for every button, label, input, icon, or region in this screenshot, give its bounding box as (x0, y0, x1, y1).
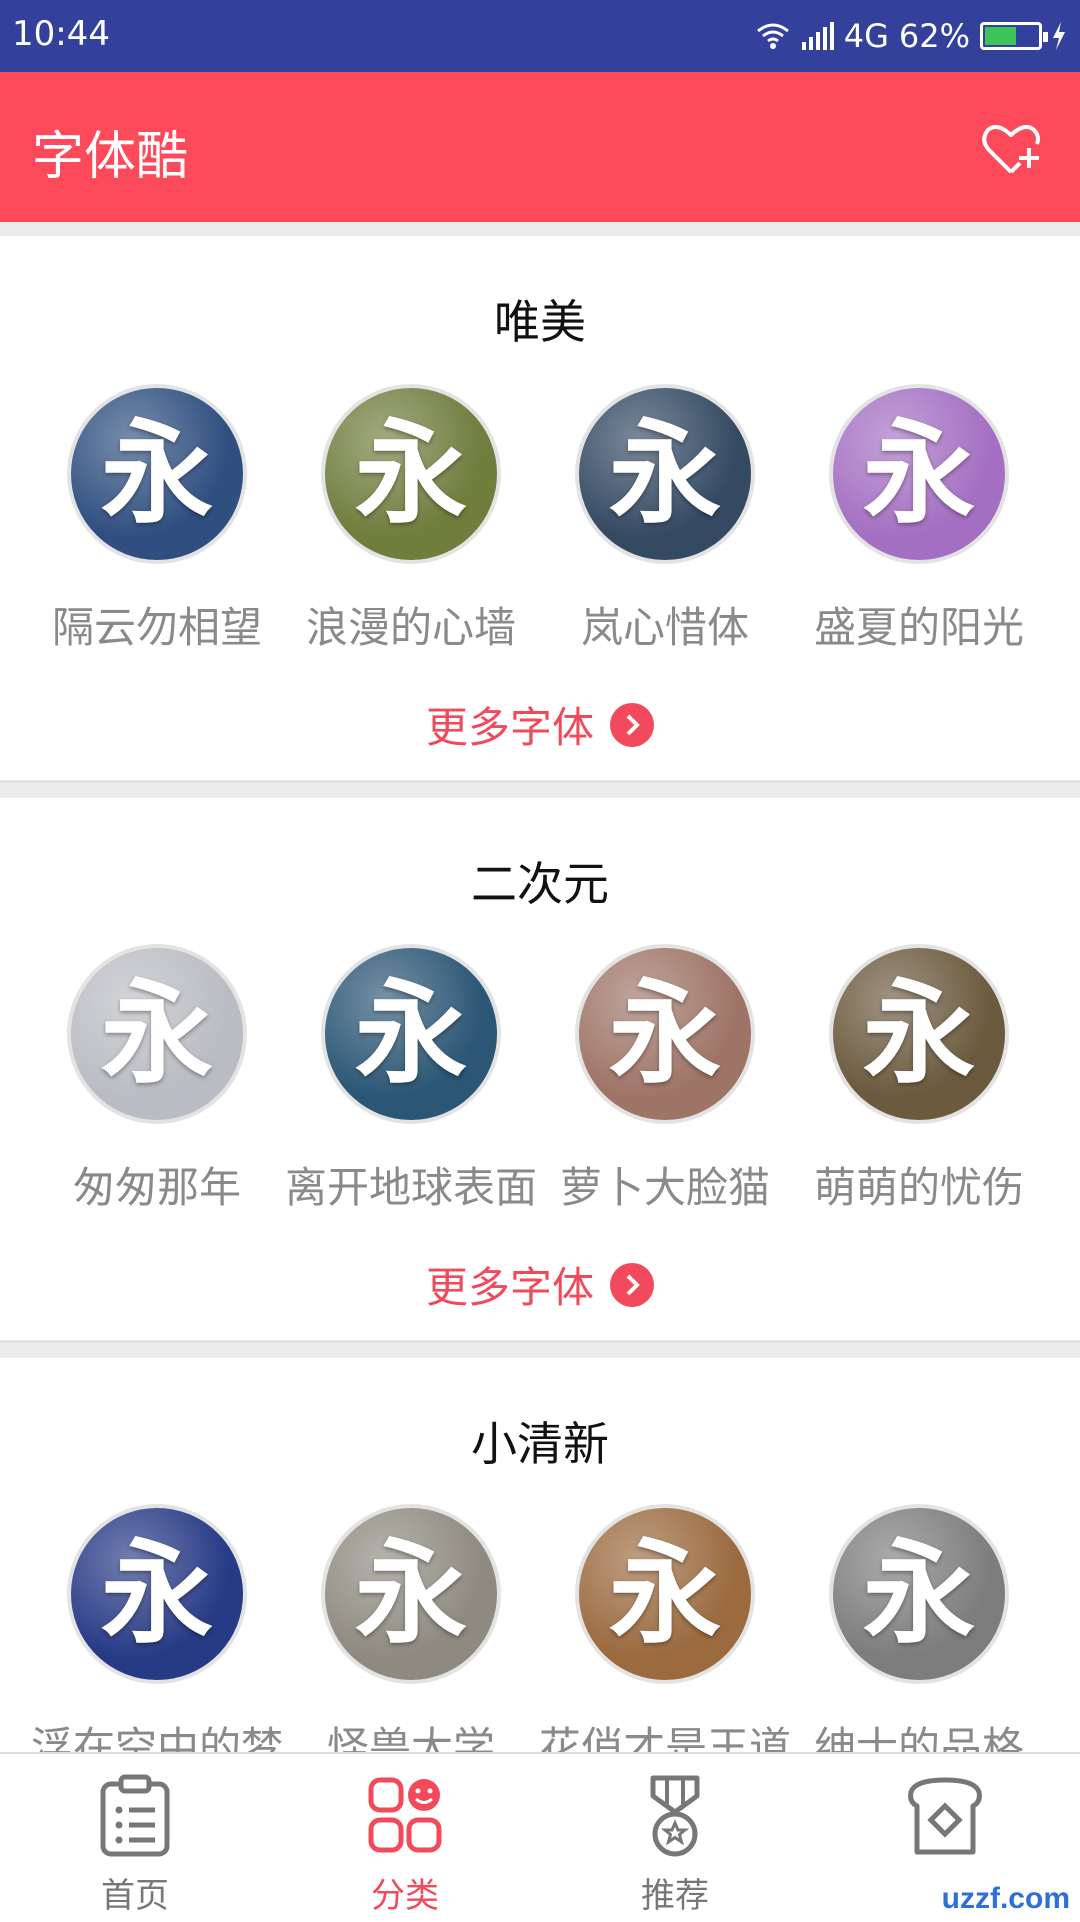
font-name: 匆匆那年 (72, 1163, 241, 1212)
more-fonts-label: 更多字体 (425, 1263, 594, 1312)
font-name: 岚心惜体 (580, 603, 749, 652)
section-erciyuan: 二次元 永 匆匆那年 永 离开地球表面 永 萝卜大脸猫 永 萌萌的忧伤 更多字体 (0, 798, 1080, 1343)
category-list[interactable]: 唯美 永 隔云勿相望 永 浪漫的心墙 永 岚心惜体 永 盛夏的阳光 更多字体 二… (0, 236, 1080, 1752)
section-title: 唯美 (494, 295, 586, 349)
font-preview-avatar: 永 (575, 384, 755, 564)
app-bar: 字体酷 (0, 72, 1080, 222)
font-item[interactable]: 永 萌萌的忧伤 (792, 944, 1046, 1215)
font-sample-glyph: 永 (863, 408, 975, 539)
clipboard-list-icon (100, 1774, 170, 1857)
font-preview-avatar: 永 (321, 1504, 501, 1684)
font-item[interactable]: 永 盛夏的阳光 (792, 384, 1046, 655)
nav-label: 分类 (371, 1876, 439, 1916)
font-sample-glyph: 永 (355, 408, 467, 539)
section-weimei: 唯美 永 隔云勿相望 永 浪漫的心墙 永 岚心惜体 永 盛夏的阳光 更多字体 (0, 236, 1080, 783)
font-sample-glyph: 永 (101, 408, 213, 539)
battery-percent: 62% (898, 17, 970, 55)
font-name: 萌萌的忧伤 (813, 1163, 1024, 1212)
section-title: 二次元 (471, 857, 609, 911)
status-time: 10:44 (12, 14, 110, 54)
watermark-logo: uzzf.com (941, 1882, 1070, 1915)
font-preview-avatar: 永 (321, 944, 501, 1124)
font-sample-glyph: 永 (609, 968, 721, 1099)
font-name: 离开地球表面 (284, 1163, 537, 1212)
font-item[interactable]: 永 绅士的品格 (792, 1504, 1046, 1752)
font-sample-glyph: 永 (101, 1528, 213, 1659)
more-fonts-link[interactable]: 更多字体 (0, 1254, 1080, 1315)
font-name: 浪漫的心墙 (305, 603, 516, 652)
font-item[interactable]: 永 萝卜大脸猫 (538, 944, 792, 1215)
font-item[interactable]: 永 浪漫的心墙 (284, 384, 538, 655)
bottom-navigation: 首页 分类 推荐 uzzf.com (0, 1752, 1080, 1922)
section-title: 小清新 (471, 1417, 609, 1471)
font-sample-glyph: 永 (863, 968, 975, 1099)
font-name: 绅士的品格 (813, 1723, 1024, 1752)
section-xiaoqingxin: 小清新 永 浮在空中的梦 永 怪兽大学 永 花俏才是王道 永 绅士的品格 (0, 1358, 1080, 1752)
status-bar: 10:44 4G 62% (0, 0, 1080, 72)
font-item[interactable]: 永 怪兽大学 (284, 1504, 538, 1752)
font-item[interactable]: 永 离开地球表面 (284, 944, 538, 1215)
font-preview-avatar: 永 (67, 384, 247, 564)
bread-icon (908, 1777, 982, 1855)
app-title: 字体酷 (32, 127, 189, 187)
battery-level (985, 27, 1016, 45)
medal-icon (650, 1775, 700, 1857)
category-grid-icon (368, 1777, 442, 1853)
nav-recommend[interactable]: 推荐 (540, 1754, 810, 1922)
font-name: 浮在空中的梦 (30, 1723, 283, 1752)
nav-label: 推荐 (641, 1876, 709, 1916)
more-fonts-link[interactable]: 更多字体 (0, 694, 1080, 755)
font-item[interactable]: 永 隔云勿相望 (30, 384, 284, 655)
font-sample-glyph: 永 (355, 1528, 467, 1659)
network-type: 4G (843, 17, 889, 55)
font-sample-glyph: 永 (863, 1528, 975, 1659)
font-sample-glyph: 永 (355, 968, 467, 1099)
charging-icon (1053, 22, 1065, 50)
wifi-icon (756, 23, 789, 49)
font-item[interactable]: 永 浮在空中的梦 (30, 1504, 284, 1752)
font-preview-avatar: 永 (575, 1504, 755, 1684)
font-preview-avatar: 永 (321, 384, 501, 564)
nav-home[interactable]: 首页 (0, 1754, 270, 1922)
font-preview-avatar: 永 (67, 1504, 247, 1684)
battery-icon (980, 22, 1048, 50)
font-name: 盛夏的阳光 (813, 603, 1024, 652)
font-preview-avatar: 永 (829, 384, 1009, 564)
chevron-right-icon (610, 1262, 654, 1307)
status-indicators: 4G 62% (756, 14, 1066, 58)
more-fonts-label: 更多字体 (425, 703, 594, 752)
font-item[interactable]: 永 花俏才是王道 (538, 1504, 792, 1752)
font-preview-avatar: 永 (575, 944, 755, 1124)
font-item[interactable]: 永 匆匆那年 (30, 944, 284, 1215)
chevron-right-icon (610, 702, 654, 747)
add-favorite-heart-icon[interactable] (982, 120, 1040, 178)
signal-icon (801, 22, 834, 50)
nav-category[interactable]: 分类 (270, 1754, 540, 1922)
font-name: 花俏才是王道 (538, 1723, 791, 1752)
font-sample-glyph: 永 (101, 968, 213, 1099)
nav-label: 首页 (101, 1876, 169, 1916)
font-preview-avatar: 永 (829, 1504, 1009, 1684)
font-sample-glyph: 永 (609, 408, 721, 539)
font-name: 怪兽大学 (326, 1723, 495, 1752)
font-sample-glyph: 永 (609, 1528, 721, 1659)
font-item[interactable]: 永 岚心惜体 (538, 384, 792, 655)
font-preview-avatar: 永 (67, 944, 247, 1124)
font-name: 萝卜大脸猫 (559, 1163, 770, 1212)
font-preview-avatar: 永 (829, 944, 1009, 1124)
font-name: 隔云勿相望 (51, 603, 262, 652)
